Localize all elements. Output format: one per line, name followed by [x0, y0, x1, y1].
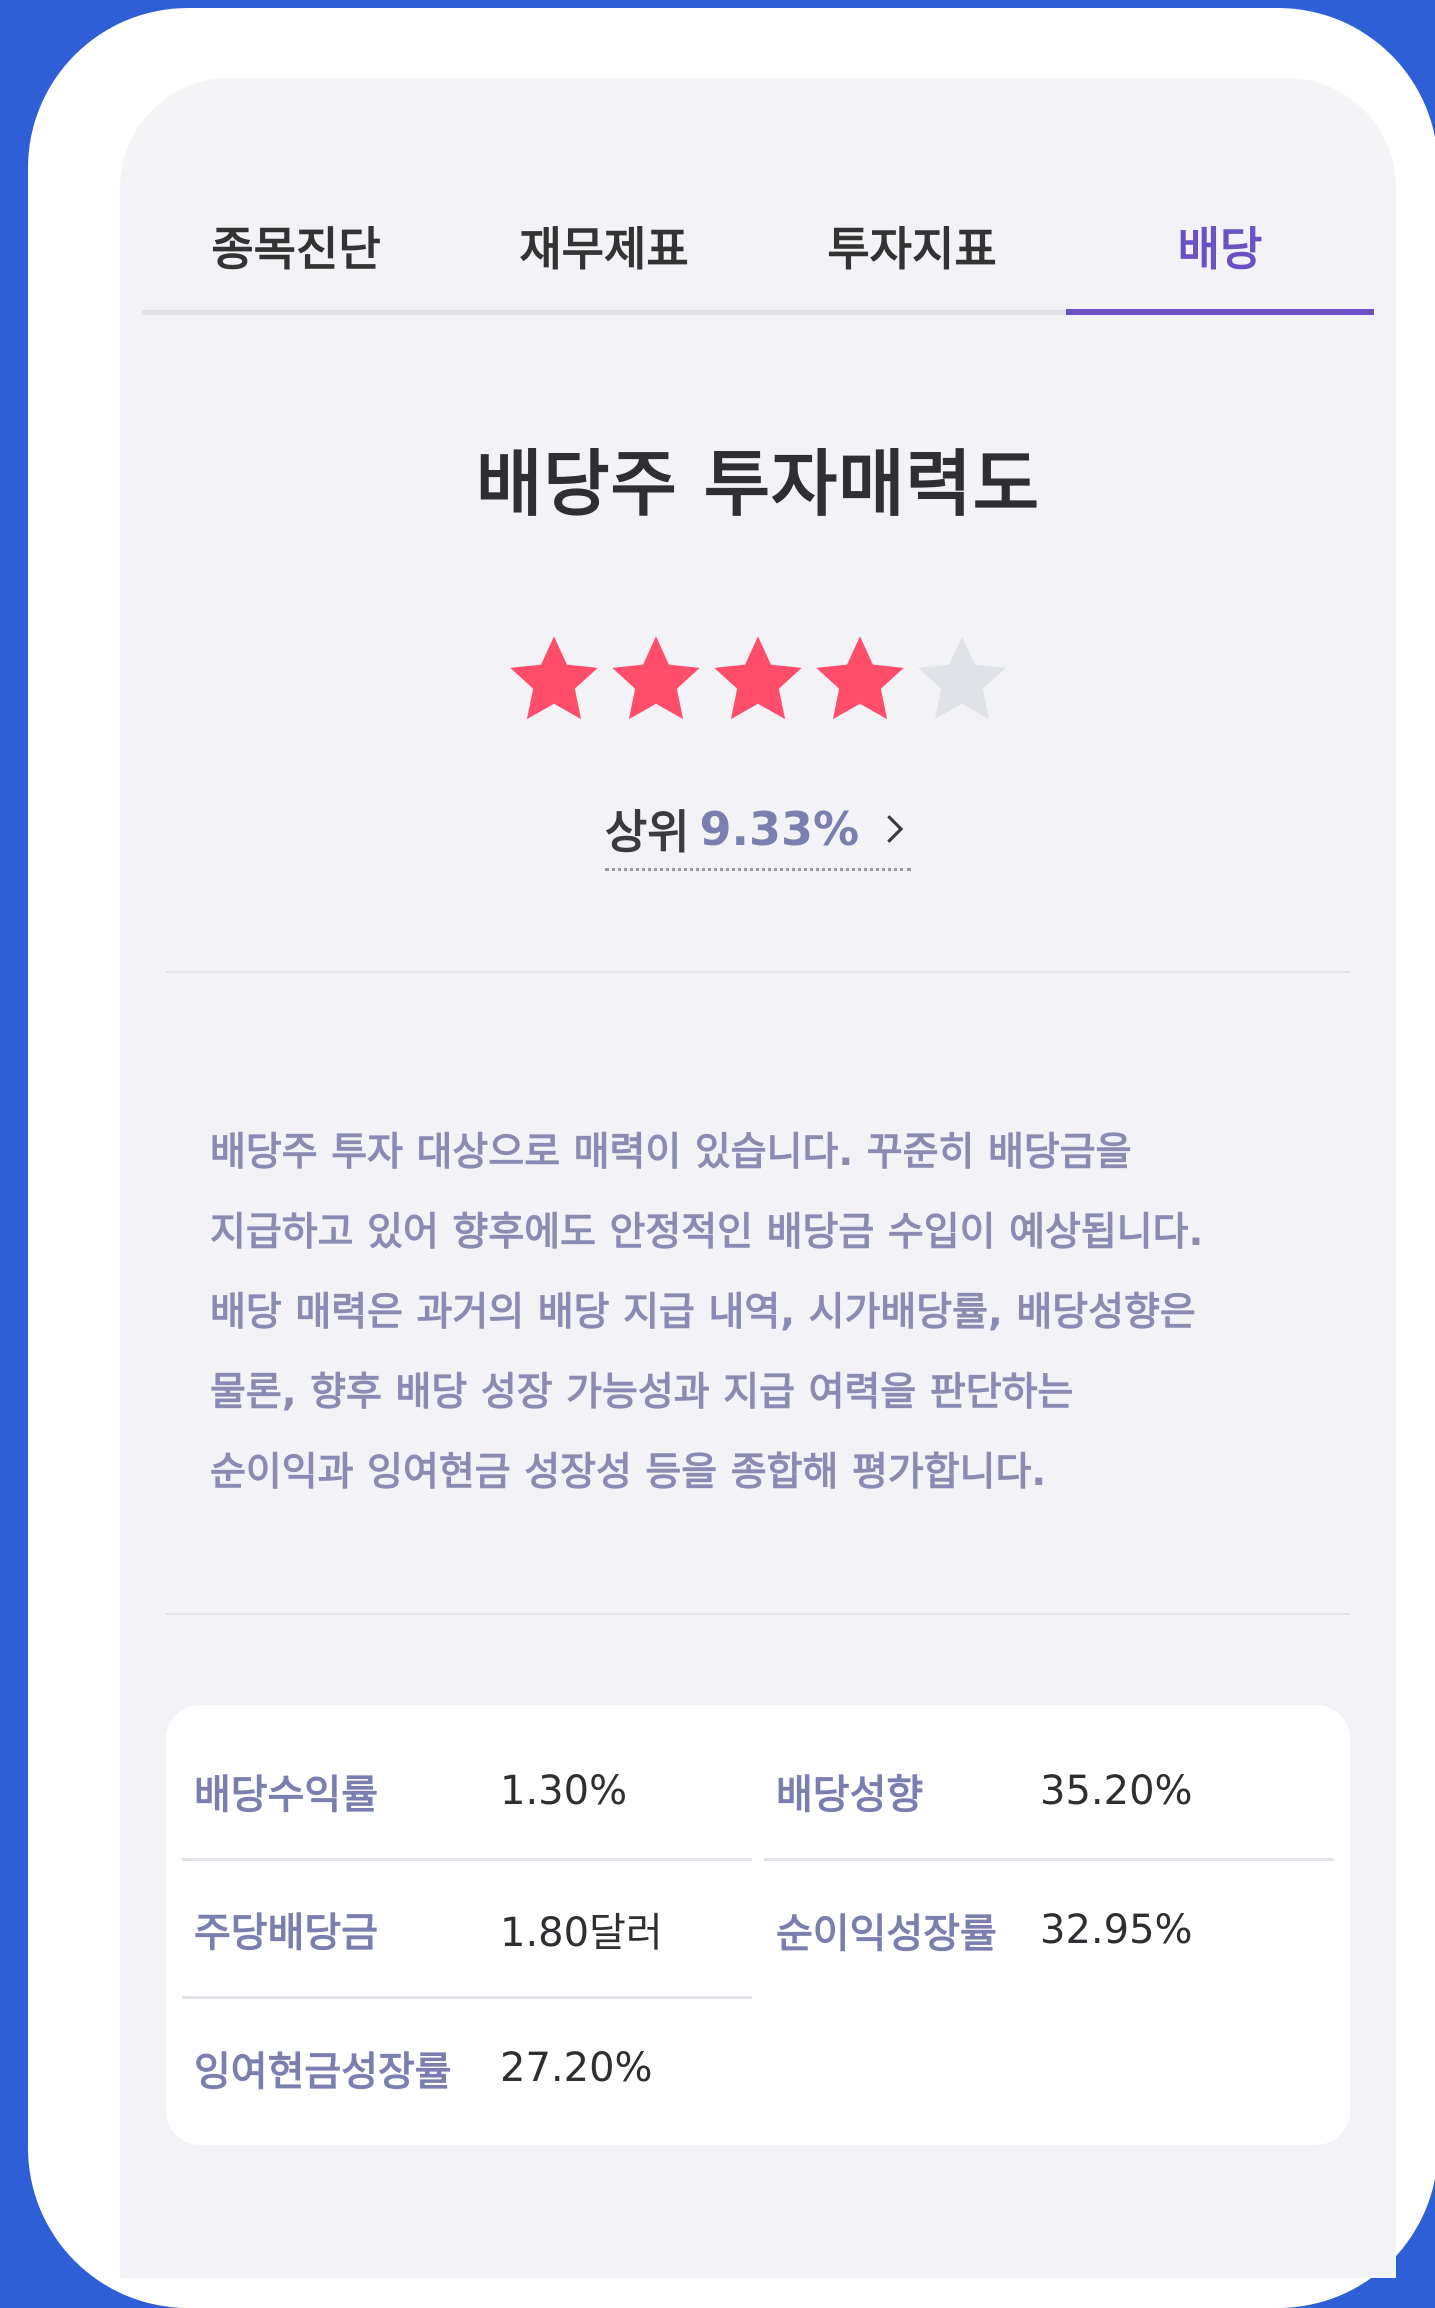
metric-payout-ratio: 배당성향 35.20% [764, 1723, 1334, 1861]
metric-fcf-growth: 잉여현금성장률 27.20% [182, 1999, 752, 2137]
dividend-metrics-card: 배당수익률 1.30% 배당성향 35.20% 주당배당금 1.80달러 순이익… [166, 1705, 1350, 2145]
rank-row: 상위 9.33% [120, 796, 1396, 871]
rank-prefix: 상위 [604, 805, 690, 859]
metric-label: 잉여현금성장률 [194, 2049, 452, 2095]
star-filled-icon [714, 636, 802, 720]
app-screen: 종목진단 재무제표 투자지표 배당 배당주 투자매력도 상위 9.33% 배당주… [120, 78, 1396, 2278]
metric-dividend-per-share: 주당배당금 1.80달러 [182, 1861, 752, 1999]
star-rating [120, 630, 1396, 730]
page-title: 배당주 투자매력도 [476, 442, 1040, 526]
tab-financial-statements[interactable]: 재무제표 [450, 174, 758, 310]
tab-investment-indicators[interactable]: 투자지표 [758, 174, 1066, 310]
rank-value: 9.33% [699, 802, 860, 856]
tab-dividend[interactable]: 배당 [1066, 174, 1374, 315]
metric-label: 순이익성장률 [776, 1911, 997, 1957]
chevron-right-icon [887, 815, 904, 843]
metric-value: 32.95% [1040, 1907, 1193, 1953]
star-empty-icon [918, 636, 1006, 720]
metric-label: 배당수익률 [194, 1771, 378, 1818]
tab-bar: 종목진단 재무제표 투자지표 배당 [142, 174, 1374, 315]
tab-stock-diagnosis[interactable]: 종목진단 [142, 174, 450, 310]
metric-dividend-yield: 배당수익률 1.30% [182, 1723, 752, 1861]
divider [166, 1613, 1350, 1615]
star-filled-icon [510, 636, 598, 720]
rating-description: 배당주 투자 대상으로 매력이 있습니다. 꾸준히 배당금을 지급하고 있어 향… [210, 1130, 1204, 1495]
metric-value: 35.20% [1040, 1767, 1193, 1814]
star-filled-icon [612, 636, 700, 720]
star-filled-icon [816, 636, 904, 720]
metric-value: 1.30% [500, 1767, 628, 1814]
metric-value: 27.20% [500, 2045, 653, 2091]
metric-label: 주당배당금 [194, 1909, 378, 1956]
status-bar [120, 78, 1396, 174]
divider [166, 971, 1350, 973]
metric-label: 배당성향 [776, 1771, 924, 1818]
metric-value: 1.80달러 [500, 1909, 663, 1956]
rank-link[interactable]: 상위 9.33% [604, 796, 912, 871]
metric-net-income-growth: 순이익성장률 32.95% [764, 1861, 1334, 1999]
phone-frame: 종목진단 재무제표 투자지표 배당 배당주 투자매력도 상위 9.33% 배당주… [28, 8, 1435, 2308]
